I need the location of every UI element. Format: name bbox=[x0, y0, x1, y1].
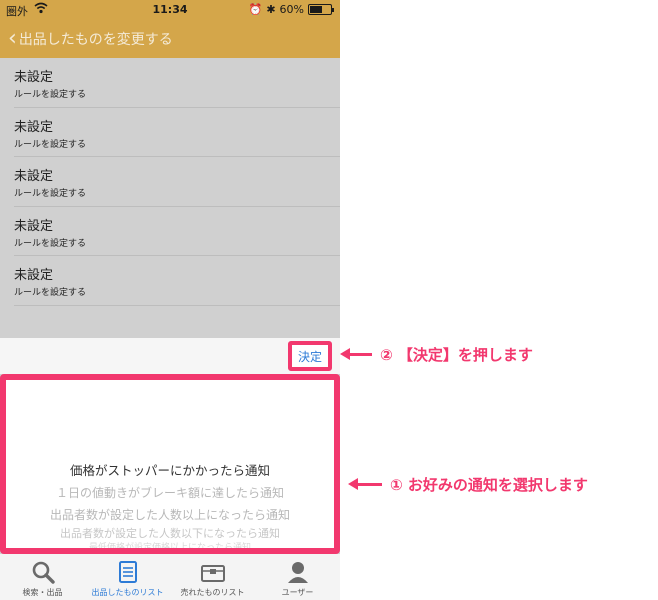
list-item-title: 未設定 bbox=[14, 169, 54, 184]
annotation-step2-text: ② 【決定】を押します bbox=[380, 346, 533, 364]
tab-label: 売れたものリスト bbox=[180, 588, 245, 597]
list-item-subtitle: ルールを設定する bbox=[14, 139, 87, 150]
annotation-step1-text: ① お好みの通知を選択します bbox=[390, 476, 588, 494]
user-icon bbox=[287, 560, 309, 584]
arrow-left-icon bbox=[348, 478, 382, 490]
tab-listed-items[interactable]: 出品したものリスト bbox=[85, 554, 170, 600]
box-icon bbox=[200, 560, 226, 584]
list-item-title: 未設定 bbox=[14, 268, 54, 283]
list-item-subtitle: ルールを設定する bbox=[14, 90, 87, 100]
picker-rows: 価格がストッパーにかかったら通知 １日の値動きがブレーキ額に達したら通知 出品者… bbox=[6, 460, 334, 548]
rule-list: 未設定 ルールを設定する 未設定 ルールを設定する 未設定 ルールを設定する 未… bbox=[0, 58, 340, 338]
decide-button[interactable]: 決定 bbox=[288, 341, 332, 371]
list-item[interactable]: 未設定 ルールを設定する bbox=[14, 256, 340, 306]
arrow-left-icon bbox=[340, 348, 372, 360]
battery-icon bbox=[308, 4, 334, 15]
picker-option[interactable]: １日の値動きがブレーキ額に達したら通知 bbox=[6, 482, 334, 504]
picker-option[interactable]: 出品者数が設定した人数以上になったら通知 bbox=[6, 504, 334, 526]
decide-label: 決定 bbox=[297, 349, 322, 364]
alarm-icon: ⏰ bbox=[248, 3, 263, 16]
back-button[interactable]: 出品したものを変更する bbox=[19, 29, 173, 49]
list-item[interactable]: 未設定 ルールを設定する bbox=[14, 207, 340, 256]
tab-bar: 検索・出品 出品したものリスト 売れたものリスト ユーザー bbox=[0, 554, 340, 600]
search-icon bbox=[31, 560, 55, 584]
nav-bar: ‹ 出品したものを変更する bbox=[0, 20, 340, 58]
picker-option[interactable]: 最低価格が設定価格以上になったら通知 bbox=[6, 542, 334, 548]
list-item[interactable]: 未設定 ルールを設定する bbox=[14, 157, 340, 207]
annotation-step2: ② 【決定】を押します bbox=[340, 344, 533, 365]
tab-user[interactable]: ユーザー bbox=[255, 554, 340, 600]
list-item-subtitle: ルールを設定する bbox=[14, 238, 87, 249]
tab-label: 出品したものリスト bbox=[91, 588, 164, 597]
battery-fill bbox=[310, 6, 322, 13]
annotation-step1: ① お好みの通知を選択します bbox=[348, 474, 588, 495]
picker-option[interactable]: 価格がストッパーにかかったら通知 bbox=[6, 460, 334, 482]
list-item-title: 未設定 bbox=[14, 218, 54, 234]
list-item[interactable]: 未設定 ルールを設定する bbox=[14, 108, 340, 157]
status-bar: 圏外 11:34 ⏰ ✱ 60% bbox=[0, 0, 340, 20]
tab-label: 検索・出品 bbox=[22, 588, 63, 597]
list-item-subtitle: ルールを設定する bbox=[14, 189, 87, 199]
list-item[interactable]: 未設定 ルールを設定する bbox=[14, 58, 340, 108]
bluetooth-icon: ✱ bbox=[266, 3, 276, 16]
list-item-title: 未設定 bbox=[14, 119, 54, 135]
tab-sold-items[interactable]: 売れたものリスト bbox=[170, 554, 255, 600]
list-item-subtitle: ルールを設定する bbox=[14, 288, 87, 298]
list-item-title: 未設定 bbox=[14, 70, 54, 85]
picker-option[interactable]: 出品者数が設定した人数以下になったら通知 bbox=[6, 526, 334, 542]
status-right: ⏰ ✱ 60% bbox=[248, 3, 334, 16]
list-icon bbox=[118, 560, 138, 584]
battery-percent: 60% bbox=[279, 3, 304, 16]
chevron-left-icon[interactable]: ‹ bbox=[8, 28, 17, 50]
notification-picker[interactable]: 価格がストッパーにかかったら通知 １日の値動きがブレーキ額に達したら通知 出品者… bbox=[0, 374, 340, 554]
tab-label: ユーザー bbox=[281, 588, 314, 597]
tab-search-listing[interactable]: 検索・出品 bbox=[0, 554, 85, 600]
